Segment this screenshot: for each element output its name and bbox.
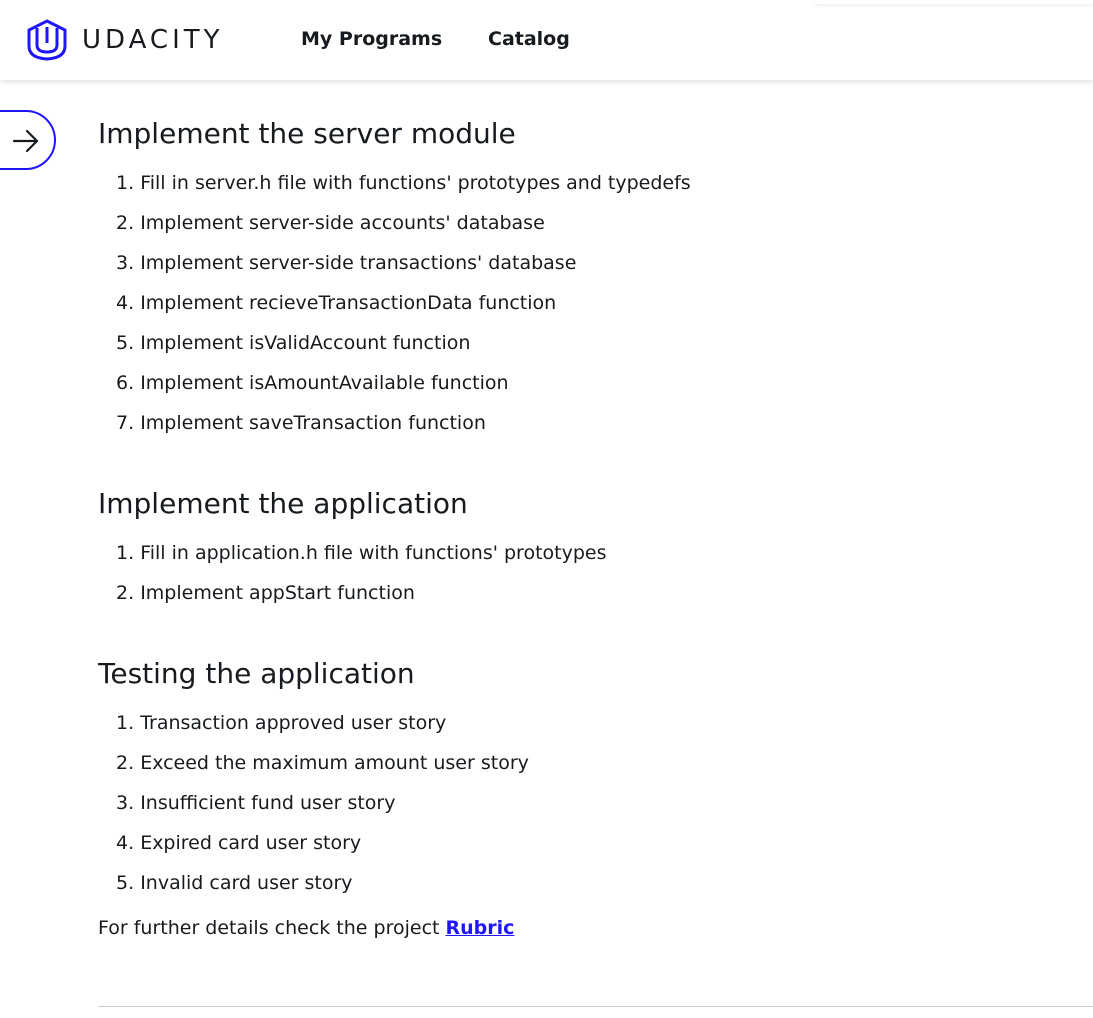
- nav-catalog[interactable]: Catalog: [488, 28, 570, 50]
- step-list: 1. Fill in server.h file with functions'…: [98, 163, 1093, 443]
- list-text: Implement server-side transactions' data…: [140, 252, 577, 274]
- top-navbar: UDACITY My Programs Catalog: [0, 0, 1093, 80]
- section-divider: [98, 1006, 1093, 1007]
- list-text: Expired card user story: [140, 832, 362, 854]
- list-text: Exceed the maximum amount user story: [140, 752, 529, 774]
- list-text: Implement isValidAccount function: [140, 332, 471, 354]
- list-text: Implement recieveTransactionData functio…: [140, 292, 557, 314]
- udacity-u-icon: [27, 19, 67, 61]
- header-overlay-edge: [815, 0, 1093, 4]
- section-heading: Implement the server module: [98, 117, 516, 150]
- list-item: 4. Implement recieveTransactionData func…: [116, 283, 1093, 323]
- list-number: 5.: [116, 872, 135, 894]
- step-list: 1. Transaction approved user story 2. Ex…: [98, 703, 1093, 903]
- list-number: 3.: [116, 252, 135, 274]
- list-number: 2.: [116, 582, 135, 604]
- list-text: Transaction approved user story: [140, 712, 447, 734]
- list-item: 4. Expired card user story: [116, 823, 1093, 863]
- list-number: 4.: [116, 292, 135, 314]
- list-item: 1. Transaction approved user story: [116, 703, 1093, 743]
- section-testing: Testing the application 1. Transaction a…: [98, 652, 1093, 903]
- list-item: 2. Implement appStart function: [116, 573, 1093, 613]
- list-item: 7. Implement saveTransaction function: [116, 403, 1093, 443]
- list-number: 1.: [116, 712, 135, 734]
- list-item: 3. Implement server-side transactions' d…: [116, 243, 1093, 283]
- step-list: 1. Fill in application.h file with funct…: [98, 533, 1093, 613]
- list-number: 4.: [116, 832, 135, 854]
- list-item: 5. Invalid card user story: [116, 863, 1093, 903]
- further-details-note: For further details check the project Ru…: [98, 913, 1093, 943]
- list-number: 1.: [116, 172, 135, 194]
- list-number: 7.: [116, 412, 135, 434]
- list-text: Implement server-side accounts' database: [140, 212, 545, 234]
- further-details-text: For further details check the project: [98, 917, 446, 939]
- section-heading: Implement the application: [98, 487, 468, 520]
- list-number: 3.: [116, 792, 135, 814]
- sidebar-toggle-button[interactable]: [0, 110, 56, 170]
- list-number: 2.: [116, 212, 135, 234]
- list-item: 2. Implement server-side accounts' datab…: [116, 203, 1093, 243]
- list-text: Implement appStart function: [140, 582, 415, 604]
- list-number: 2.: [116, 752, 135, 774]
- list-item: 3. Insufficient fund user story: [116, 783, 1093, 823]
- nav-my-programs[interactable]: My Programs: [301, 28, 442, 50]
- list-item: 1. Fill in server.h file with functions'…: [116, 163, 1093, 203]
- list-number: 1.: [116, 542, 135, 564]
- logo-wordmark: UDACITY: [82, 25, 224, 55]
- list-item: 1. Fill in application.h file with funct…: [116, 533, 1093, 573]
- list-text: Fill in application.h file with function…: [140, 542, 607, 564]
- section-application: Implement the application 1. Fill in app…: [98, 482, 1093, 652]
- main-content: Implement the server module 1. Fill in s…: [98, 112, 1093, 943]
- udacity-logo[interactable]: UDACITY: [26, 19, 224, 61]
- list-item: 2. Exceed the maximum amount user story: [116, 743, 1093, 783]
- list-text: Fill in server.h file with functions' pr…: [140, 172, 691, 194]
- section-heading: Testing the application: [98, 657, 415, 690]
- arrow-right-icon: [12, 129, 39, 153]
- list-text: Implement isAmountAvailable function: [140, 372, 509, 394]
- section-server-module: Implement the server module 1. Fill in s…: [98, 112, 1093, 482]
- list-number: 5.: [116, 332, 135, 354]
- list-item: 6. Implement isAmountAvailable function: [116, 363, 1093, 403]
- list-text: Implement saveTransaction function: [140, 412, 486, 434]
- list-item: 5. Implement isValidAccount function: [116, 323, 1093, 363]
- list-number: 6.: [116, 372, 135, 394]
- rubric-link[interactable]: Rubric: [446, 917, 515, 939]
- list-text: Invalid card user story: [140, 872, 353, 894]
- list-text: Insufficient fund user story: [140, 792, 396, 814]
